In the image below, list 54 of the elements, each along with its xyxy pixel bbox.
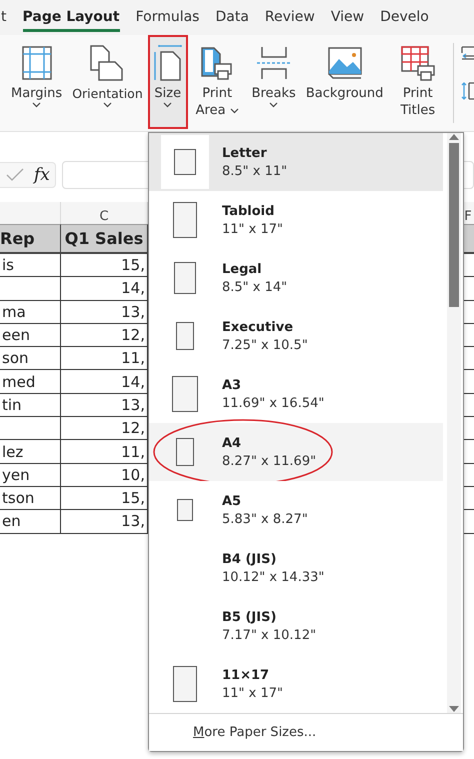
table-cell: med (0, 370, 61, 394)
ribbon-button[interactable]: Background (300, 35, 388, 131)
page-icon (174, 149, 196, 175)
table-cell: en (0, 510, 61, 534)
chevron-down-icon (102, 102, 112, 108)
margins-icon (20, 45, 53, 81)
page-icon (176, 438, 194, 466)
page-icon (173, 202, 197, 238)
checkmark-icon[interactable] (6, 168, 24, 182)
ribbon-tab[interactable]: Formulas (136, 3, 200, 32)
header-cell: Q1 Sales (61, 224, 148, 254)
ribbon-tab[interactable]: Review (264, 3, 315, 32)
chevron-down-icon (32, 102, 42, 108)
scroll-thumb[interactable] (449, 143, 459, 307)
ribbon-tab[interactable]: t (1, 3, 6, 32)
table-cell: is (0, 254, 61, 278)
ribbon-tab[interactable]: Data (215, 3, 249, 32)
ribbon-button[interactable]: Print Area (188, 35, 247, 131)
ribbon-tab[interactable]: Develo (380, 3, 429, 32)
ribbon-button[interactable]: Margins (6, 35, 68, 131)
page-breaks-icon (256, 45, 292, 81)
column-header[interactable]: C (99, 209, 109, 224)
table-cell: tson (0, 486, 61, 510)
chevron-down-icon (230, 108, 239, 114)
ribbon-button[interactable]: Size (148, 35, 188, 129)
ribbon-button[interactable]: Print Titles (388, 35, 448, 131)
orientation-icon (89, 44, 126, 82)
table-cell: een (0, 324, 61, 348)
table-cell: lez (0, 440, 61, 464)
scrollbar[interactable] (447, 133, 461, 713)
header-cell: Rep (0, 224, 61, 254)
background-image-icon (326, 45, 363, 81)
page-icon (172, 376, 198, 412)
chevron-down-icon (163, 102, 172, 108)
more-paper-sizes-link[interactable]: More Paper Sizes... (149, 713, 463, 751)
ribbon-button[interactable]: Orientation (67, 35, 148, 131)
page-icon (176, 322, 194, 350)
page-icon (173, 666, 197, 702)
ribbon-tab[interactable]: Page Layout (22, 3, 120, 32)
print-titles-icon (400, 44, 436, 82)
table-cell (0, 417, 61, 440)
ribbon-button[interactable]: Breaks (246, 35, 301, 131)
ribbon-tab[interactable]: View (330, 3, 364, 32)
paper-size-option[interactable]: Letter 8.5" x 11" (149, 133, 443, 191)
page-size-icon (152, 44, 183, 82)
table-cell (0, 277, 61, 301)
table-cell: son (0, 347, 61, 370)
table-cell: yen (0, 464, 61, 487)
page-icon (174, 262, 196, 294)
table-cell: ma (0, 300, 61, 324)
table-cell: tin (0, 394, 61, 418)
chevron-down-icon (269, 102, 278, 108)
resize-arrows-icon (460, 81, 474, 101)
page-icon (177, 499, 193, 521)
